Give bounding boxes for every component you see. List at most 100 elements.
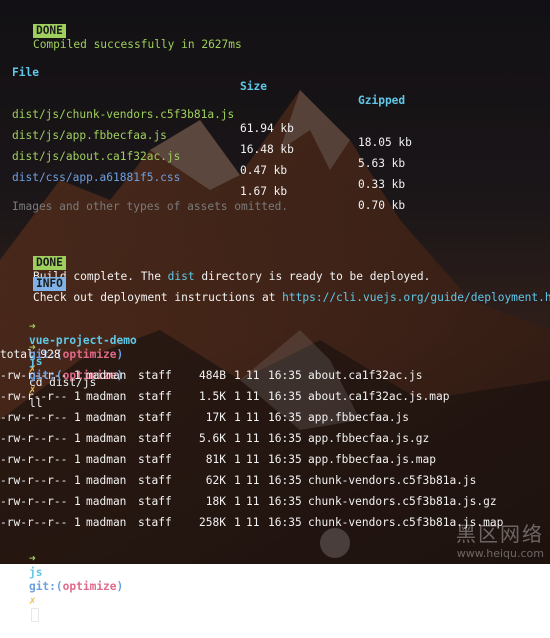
listing-time: 16:35 — [268, 432, 302, 445]
listing-row: -rw-r--r-- 1 madman staff 62K 1 11 16:35 chunk-v… — [0, 474, 548, 488]
listing-time: 16:35 — [268, 495, 302, 508]
prompt-branch: optimize — [62, 348, 117, 361]
listing-size: 17K — [205, 411, 226, 424]
watermark-logo — [320, 528, 350, 558]
listing-user: madman — [86, 474, 127, 487]
table-row: dist/js/chunk-vendors.c5f3b81a.js 61.94 … — [12, 94, 532, 149]
watermark: 黑区网络 www.heiqu.com — [456, 518, 544, 560]
prompt-arrow-icon: ➜ — [28, 552, 36, 565]
listing-month: 1 — [234, 369, 241, 382]
listing-size: 1.5K — [199, 390, 226, 403]
listing-total: total 928 — [0, 348, 61, 361]
terminal-cursor[interactable] — [30, 608, 39, 622]
listing-user: madman — [86, 495, 127, 508]
table-row: dist/js/about.ca1f32ac.js 0.47 kb 0.33 k… — [12, 136, 532, 191]
listing-perm: -rw-r--r-- — [0, 516, 68, 529]
listing-links: 1 — [74, 453, 81, 466]
terminal-output: DONE Compiled successfully in 2627ms Fil… — [0, 0, 550, 622]
listing-day: 11 — [246, 411, 260, 424]
listing-day: 11 — [246, 390, 260, 403]
listing-name: about.ca1f32ac.js — [308, 369, 423, 382]
listing-links: 1 — [74, 495, 81, 508]
listing-group: staff — [138, 369, 172, 382]
info-line: INFO Check out deployment instructions a… — [6, 263, 550, 304]
listing-time: 16:35 — [268, 390, 302, 403]
listing-perm: -rw-r--r-- — [0, 411, 68, 424]
listing-row: -rw-r--r-- 1 madman staff 18K 1 11 16:35 chunk-v… — [0, 495, 548, 509]
listing-links: 1 — [74, 432, 81, 445]
file-gzipped: 0.33 kb — [358, 178, 406, 191]
table-row: dist/css/app.a61881f5.css 1.67 kb 0.70 k… — [12, 157, 532, 212]
listing-group: staff — [138, 390, 172, 403]
listing-month: 1 — [234, 453, 241, 466]
listing-perm: -rw-r--r-- — [0, 453, 68, 466]
listing-size: 484B — [199, 369, 226, 382]
listing-name: app.fbbecfaa.js — [308, 411, 410, 424]
header-size: Size — [240, 80, 267, 93]
listing-month: 1 — [234, 474, 241, 487]
prompt-git: git:( — [28, 580, 63, 593]
listing-perm: -rw-r--r-- — [0, 495, 68, 508]
done-badge: DONE — [32, 24, 66, 38]
listing-group: staff — [138, 432, 172, 445]
listing-month: 1 — [234, 390, 241, 403]
listing-links: 1 — [74, 516, 81, 529]
listing-row: -rw-r--r-- 1 madman staff 17K 1 11 16:35 app.fbb… — [0, 411, 548, 425]
shell-prompt: ➜ js git:(optimize) ✗ — [2, 538, 123, 622]
listing-group: staff — [138, 474, 172, 487]
listing-name: about.ca1f32ac.js.map — [308, 390, 450, 403]
shell-prompt: ➜ js git:(optimize) ✗ ll — [2, 327, 123, 410]
info-badge: INFO — [32, 277, 66, 291]
build-table-header: File Size Gzipped — [12, 52, 405, 107]
listing-row: -rw-r--r-- 1 madman staff 5.6K 1 11 16:35 app.fb… — [0, 432, 548, 446]
listing-user: madman — [86, 411, 127, 424]
info-text: Check out deployment instructions at — [32, 291, 283, 304]
listing-links: 1 — [74, 474, 81, 487]
listing-user: madman — [86, 369, 127, 382]
listing-group: staff — [138, 411, 172, 424]
listing-group: staff — [138, 495, 172, 508]
dirty-mark-icon: ✗ — [28, 594, 36, 607]
listing-name: chunk-vendors.c5f3b81a.js.gz — [308, 495, 497, 508]
build-complete-line: DONE Build complete. The dist directory … — [6, 242, 430, 283]
listing-size: 5.6K — [199, 432, 226, 445]
listing-group: staff — [138, 453, 172, 466]
watermark-url: www.heiqu.com — [456, 547, 544, 560]
listing-name: app.fbbecfaa.js.map — [308, 453, 436, 466]
listing-links: 1 — [74, 390, 81, 403]
listing-perm: -rw-r--r-- — [0, 369, 68, 382]
listing-time: 16:35 — [268, 411, 302, 424]
assets-omitted-note: Images and other types of assets omitted… — [12, 200, 289, 213]
shell-prompt: ➜ vue-project-demo git:(optimize) ✗ cd d… — [2, 306, 137, 389]
file-size: 1.67 kb — [240, 185, 288, 198]
listing-row: -rw-r--r-- 1 madman staff 484B 1 11 16:35 about.… — [0, 369, 548, 383]
listing-name: app.fbbecfaa.js.gz — [308, 432, 430, 445]
deployment-link[interactable]: https://cli.vuejs.org/guide/deployment.h… — [282, 291, 550, 304]
listing-time: 16:35 — [268, 453, 302, 466]
compiled-message: Compiled successfully in 2627ms — [32, 38, 242, 51]
listing-day: 11 — [246, 453, 260, 466]
listing-size: 258K — [199, 516, 226, 529]
listing-time: 16:35 — [268, 369, 302, 382]
listing-perm: -rw-r--r-- — [0, 474, 68, 487]
listing-row: -rw-r--r-- 1 madman staff 1.5K 1 11 16:35 about.… — [0, 390, 548, 404]
watermark-text: 黑区网络 — [456, 522, 544, 546]
listing-group: staff — [138, 516, 172, 529]
listing-perm: -rw-r--r-- — [0, 432, 68, 445]
listing-size: 81K — [205, 453, 226, 466]
listing-month: 1 — [234, 411, 241, 424]
listing-day: 11 — [246, 495, 260, 508]
listing-size: 18K — [205, 495, 226, 508]
listing-user: madman — [86, 432, 127, 445]
listing-day: 11 — [246, 369, 260, 382]
listing-perm: -rw-r--r-- — [0, 390, 68, 403]
listing-time: 16:35 — [268, 516, 302, 529]
prompt-git-close: ) — [116, 580, 124, 593]
prompt-branch: optimize — [62, 580, 117, 593]
listing-size: 62K — [205, 474, 226, 487]
listing-user: madman — [86, 516, 127, 529]
table-row: dist/js/app.fbbecfaa.js 16.48 kb 5.63 kb — [12, 115, 532, 170]
listing-user: madman — [86, 453, 127, 466]
listing-links: 1 — [74, 411, 81, 424]
prompt-git-close: ) — [116, 348, 124, 361]
